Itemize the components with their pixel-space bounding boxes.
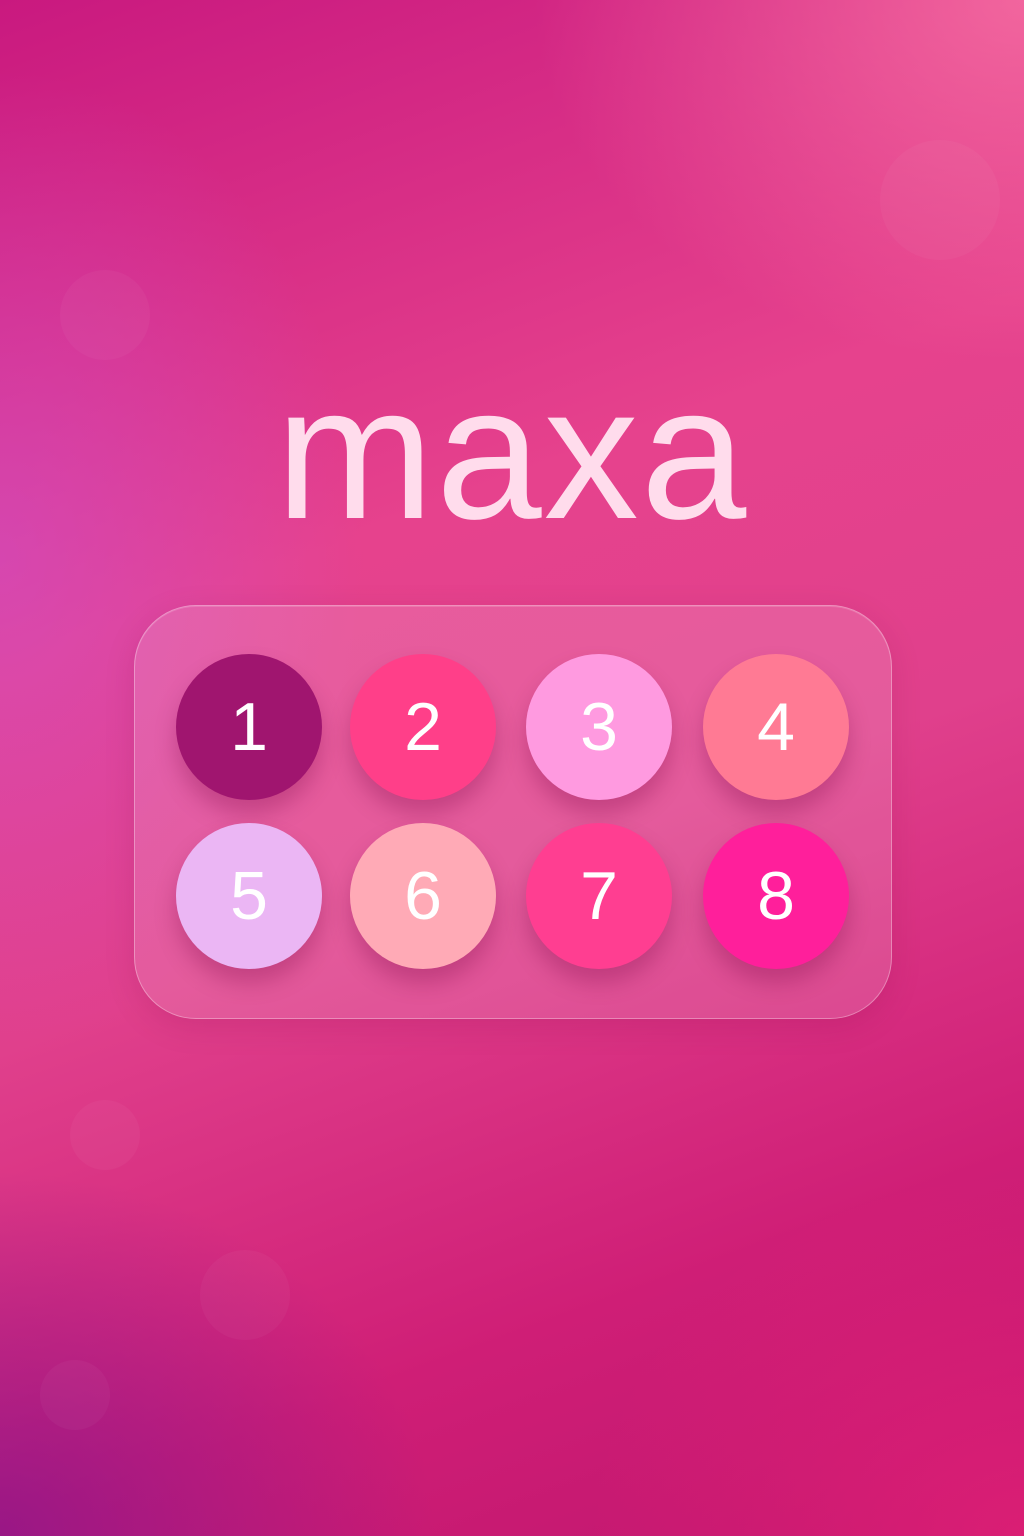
key-label: 4 [757, 689, 795, 765]
key-5-button[interactable]: 5 [176, 823, 322, 969]
key-label: 6 [404, 858, 442, 934]
key-1-button[interactable]: 1 [176, 654, 322, 800]
key-label: 5 [230, 858, 268, 934]
key-label: 7 [580, 858, 618, 934]
app-logo: maxa [275, 347, 749, 559]
key-label: 1 [230, 689, 268, 765]
decorative-bubble [40, 1360, 110, 1430]
key-7-button[interactable]: 7 [526, 823, 672, 969]
decorative-bubble [70, 1100, 140, 1170]
keypad-panel: 1 2 3 4 5 6 7 8 [134, 605, 892, 1019]
key-3-button[interactable]: 3 [526, 654, 672, 800]
key-label: 8 [757, 858, 795, 934]
decorative-bubble [880, 140, 1000, 260]
key-6-button[interactable]: 6 [350, 823, 496, 969]
key-8-button[interactable]: 8 [703, 823, 849, 969]
key-4-button[interactable]: 4 [703, 654, 849, 800]
decorative-bubble [60, 270, 150, 360]
key-2-button[interactable]: 2 [350, 654, 496, 800]
key-label: 3 [580, 689, 618, 765]
key-label: 2 [404, 689, 442, 765]
decorative-bubble [200, 1250, 290, 1340]
